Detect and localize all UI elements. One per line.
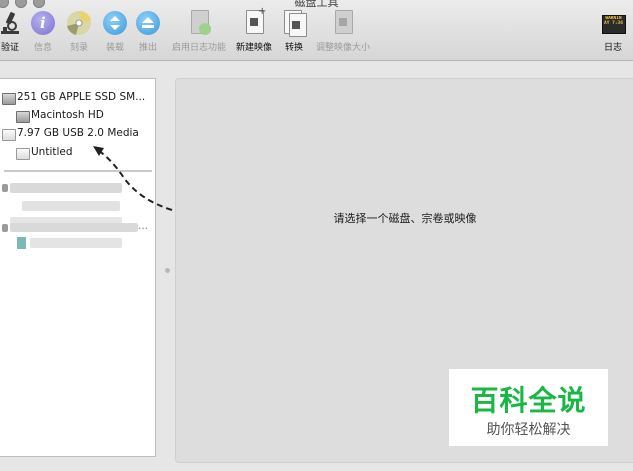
watermark-subtitle: 助你轻松解决 (486, 422, 571, 438)
splitter-handle[interactable] (165, 268, 170, 273)
watermark-logo: 百科全说 助你轻松解决 (449, 369, 608, 446)
select-disk-message: 请选择一个磁盘、宗卷或映像 (333, 212, 477, 225)
watermark-title: 百科全说 (470, 384, 587, 417)
